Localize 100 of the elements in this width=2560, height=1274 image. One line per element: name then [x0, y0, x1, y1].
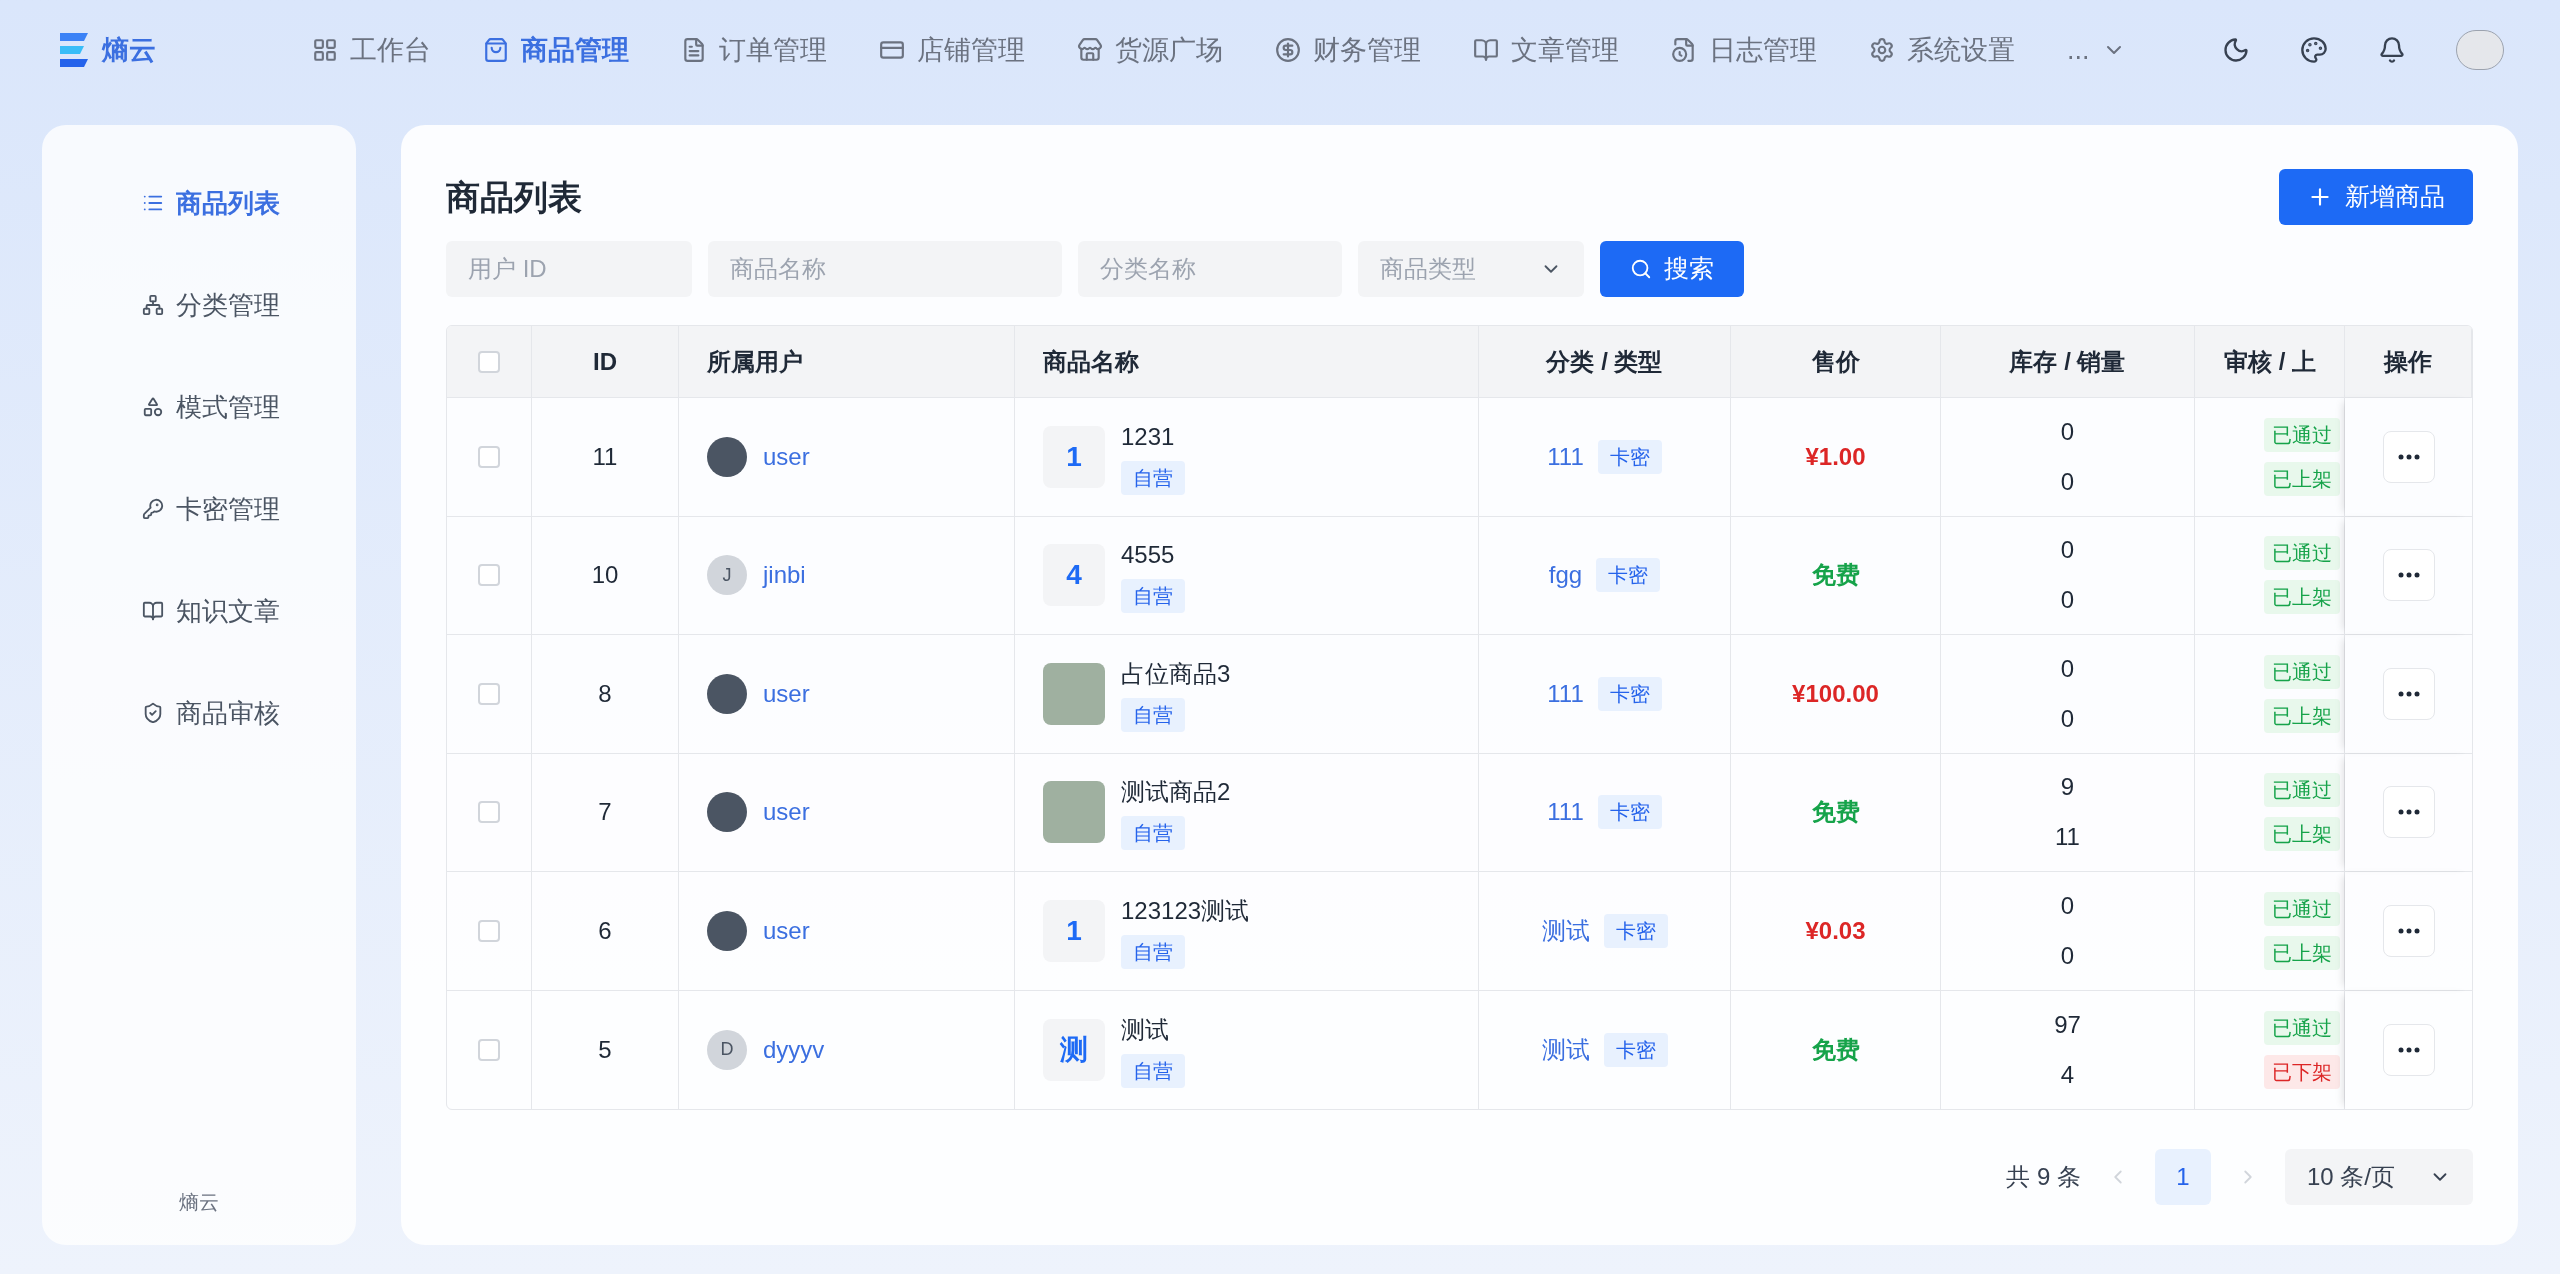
filter-field[interactable]: 商品名称: [708, 241, 1062, 297]
nav-tab[interactable]: 店铺管理: [879, 29, 1025, 71]
nav-tab[interactable]: 商品管理: [483, 29, 629, 71]
checkbox[interactable]: [478, 1038, 500, 1061]
product-thumbnail: 4: [1043, 544, 1105, 607]
sales-count: 0: [2060, 940, 2075, 971]
more-button[interactable]: [2382, 430, 2435, 483]
checkbox[interactable]: [478, 350, 500, 373]
page-size-select[interactable]: 10 条/页: [2285, 1149, 2473, 1205]
review-tag: 已通过: [2264, 417, 2340, 452]
user-link[interactable]: dyyyv: [763, 1031, 825, 1068]
review-tag: 已通过: [2264, 536, 2340, 571]
more-button[interactable]: [2382, 904, 2435, 957]
type-select[interactable]: 商品类型: [1358, 241, 1584, 297]
product-tag: 自营: [1121, 697, 1185, 732]
product-tag: 自营: [1121, 816, 1185, 851]
type-tag: 卡密: [1603, 913, 1668, 948]
listing-tag: 已上架: [2264, 935, 2340, 970]
price-text: ¥0.03: [1805, 915, 1866, 946]
category-link[interactable]: 111: [1547, 794, 1584, 831]
palette-icon[interactable]: [2300, 36, 2328, 64]
category-link[interactable]: 111: [1547, 675, 1584, 712]
nav-tab[interactable]: 系统设置: [1869, 29, 2015, 71]
more-menu[interactable]: ...: [2067, 29, 2126, 71]
ellipsis-icon: [2397, 927, 2420, 934]
type-tag: 卡密: [1597, 439, 1662, 474]
sidebar-item[interactable]: 分类管理: [142, 279, 356, 331]
user-link[interactable]: jinbi: [763, 557, 806, 594]
column-header: 售价: [1811, 346, 1860, 377]
stock-count: 0: [2060, 653, 2075, 684]
sidebar-footer: 熵云: [179, 1191, 219, 1213]
more-button[interactable]: [2382, 786, 2435, 839]
photo-placeholder: [1043, 781, 1105, 844]
stock-count: 0: [2060, 535, 2075, 566]
nav-tab[interactable]: 订单管理: [681, 29, 827, 71]
sidebar-item[interactable]: 知识文章: [142, 585, 356, 637]
bag-icon: [483, 37, 509, 63]
nav-tab[interactable]: 日志管理: [1671, 29, 1817, 71]
total-count: 共 9 条: [2006, 1162, 2081, 1192]
tree-icon: [142, 294, 164, 316]
category-link[interactable]: 测试: [1541, 912, 1590, 949]
filter-field[interactable]: 分类名称: [1078, 241, 1342, 297]
nav-tab[interactable]: 工作台: [312, 29, 431, 71]
book-icon: [1473, 37, 1499, 63]
checkbox[interactable]: [478, 445, 500, 468]
category-link[interactable]: 测试: [1541, 1031, 1590, 1068]
book-icon: [142, 600, 164, 622]
sidebar-item[interactable]: 模式管理: [142, 381, 356, 433]
sales-count: 4: [2060, 1059, 2075, 1090]
ellipsis-icon: [2397, 453, 2420, 460]
category-link[interactable]: fgg: [1548, 557, 1583, 594]
photo-placeholder: [1043, 662, 1105, 725]
sidebar-item[interactable]: 商品审核: [142, 687, 356, 739]
type-tag: 卡密: [1596, 558, 1661, 593]
review-tag: 已通过: [2264, 654, 2340, 689]
sales-count: 0: [2060, 466, 2075, 497]
user-avatar: D: [707, 1029, 747, 1070]
brand-name: 熵云: [102, 33, 156, 67]
user-link[interactable]: user: [763, 794, 810, 831]
document-clock-icon: [1671, 37, 1697, 63]
ellipsis-icon: [2397, 572, 2420, 579]
more-button[interactable]: [2382, 667, 2435, 720]
checkbox[interactable]: [478, 682, 500, 705]
nav-tab[interactable]: 货源广场: [1077, 29, 1223, 71]
stock-count: 97: [2054, 1009, 2081, 1040]
checkbox[interactable]: [478, 919, 500, 942]
category-link[interactable]: 111: [1547, 438, 1584, 475]
filter-field[interactable]: 用户 ID: [446, 241, 692, 297]
sidebar-item[interactable]: 商品列表: [142, 177, 356, 229]
ellipsis-icon: [2397, 690, 2420, 697]
page-title: 商品列表: [446, 176, 582, 218]
search-button[interactable]: 搜索: [1600, 241, 1744, 297]
review-tag: 已通过: [2264, 773, 2340, 808]
product-thumbnail: 1: [1043, 899, 1105, 962]
sidebar-item[interactable]: 卡密管理: [142, 483, 356, 535]
more-button[interactable]: [2382, 549, 2435, 602]
checkbox[interactable]: [478, 564, 500, 587]
column-header: 分类 / 类型: [1546, 346, 1663, 377]
user-link[interactable]: user: [763, 438, 810, 475]
ellipsis-icon: [2397, 1046, 2420, 1053]
product-name: 4555: [1121, 540, 1175, 571]
bell-icon[interactable]: [2378, 36, 2406, 64]
add-button[interactable]: 新增商品: [2279, 169, 2473, 225]
price-text: ¥1.00: [1805, 441, 1866, 472]
product-name: 1231: [1121, 421, 1175, 452]
user-link[interactable]: user: [763, 912, 810, 949]
nav-tab[interactable]: 财务管理: [1275, 29, 1421, 71]
checkbox[interactable]: [478, 801, 500, 824]
id-cell-text: 5: [598, 1034, 612, 1065]
nav-tab[interactable]: 文章管理: [1473, 29, 1619, 71]
user-link[interactable]: user: [763, 675, 810, 712]
listing-tag: 已上架: [2264, 698, 2340, 733]
more-button[interactable]: [2382, 1023, 2435, 1076]
user-avatar[interactable]: [2456, 30, 2504, 70]
moon-icon[interactable]: [2222, 36, 2250, 64]
page-button[interactable]: 1: [2155, 1149, 2211, 1205]
product-thumbnail: 1: [1043, 425, 1105, 488]
review-tag: 已通过: [2264, 1010, 2340, 1045]
id-cell-text: 6: [598, 915, 612, 946]
ellipsis-icon: [2397, 809, 2420, 816]
